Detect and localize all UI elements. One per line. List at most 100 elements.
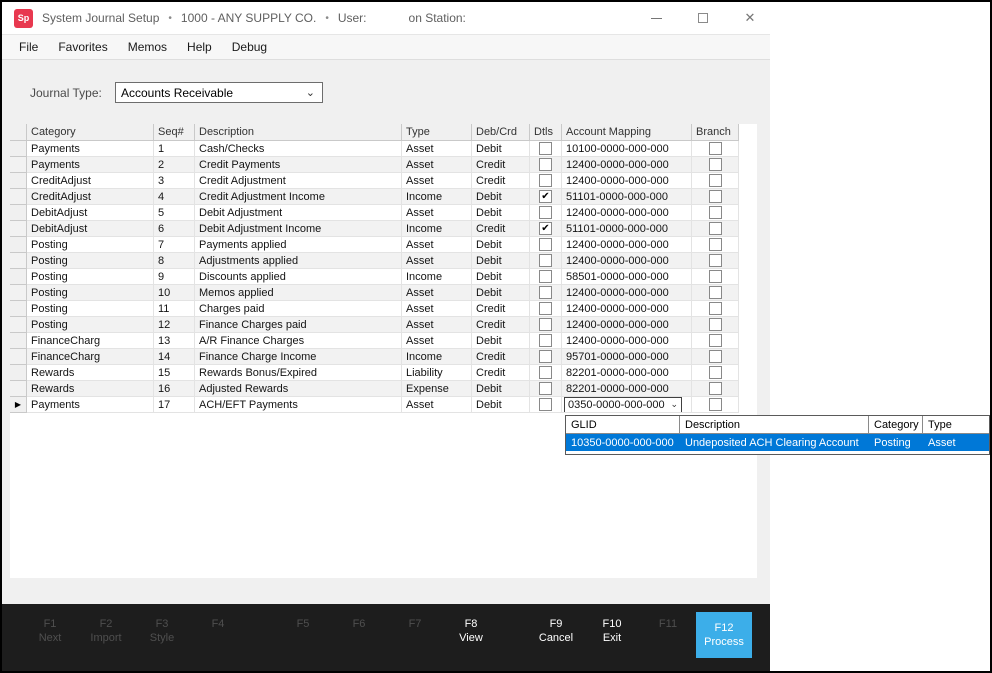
dtls-checkbox[interactable] <box>539 366 552 379</box>
category-cell[interactable]: Payments <box>27 397 154 413</box>
menu-item-debug[interactable]: Debug <box>222 35 277 59</box>
close-icon[interactable]: ✕ <box>740 8 760 28</box>
row-selector-cell[interactable] <box>10 333 27 349</box>
row-selector-cell[interactable] <box>10 317 27 333</box>
category-cell[interactable]: FinanceCharg <box>27 349 154 365</box>
row-selector-cell[interactable] <box>10 157 27 173</box>
category-cell[interactable]: Payments <box>27 157 154 173</box>
account-mapping-cell[interactable]: 82201-0000-000-000 <box>562 365 692 381</box>
debcrd-cell[interactable]: Debit <box>472 285 530 301</box>
category-cell[interactable]: CreditAdjust <box>27 173 154 189</box>
type-cell[interactable]: Income <box>402 349 472 365</box>
menu-item-memos[interactable]: Memos <box>118 35 177 59</box>
branch-checkbox[interactable] <box>709 222 722 235</box>
column-header-category[interactable]: Category <box>27 124 154 141</box>
type-cell[interactable]: Asset <box>402 157 472 173</box>
seq-cell[interactable]: 14 <box>154 349 195 365</box>
row-selector-cell[interactable] <box>10 221 27 237</box>
dtls-checkbox[interactable] <box>539 158 552 171</box>
description-cell[interactable]: ACH/EFT Payments <box>195 397 402 413</box>
branch-checkbox[interactable] <box>709 142 722 155</box>
type-cell[interactable]: Asset <box>402 205 472 221</box>
dtls-checkbox[interactable] <box>539 238 552 251</box>
description-cell[interactable]: Memos applied <box>195 285 402 301</box>
type-cell[interactable]: Asset <box>402 333 472 349</box>
category-cell[interactable]: FinanceCharg <box>27 333 154 349</box>
description-cell[interactable]: Adjustments applied <box>195 253 402 269</box>
description-cell[interactable]: Cash/Checks <box>195 141 402 157</box>
account-mapping-cell[interactable]: 82201-0000-000-000 <box>562 381 692 397</box>
seq-cell[interactable]: 8 <box>154 253 195 269</box>
dtls-checkbox[interactable] <box>539 254 552 267</box>
description-cell[interactable]: Credit Payments <box>195 157 402 173</box>
description-cell[interactable]: Payments applied <box>195 237 402 253</box>
row-selector-cell[interactable] <box>10 253 27 269</box>
debcrd-cell[interactable]: Credit <box>472 173 530 189</box>
debcrd-cell[interactable]: Debit <box>472 253 530 269</box>
branch-checkbox[interactable] <box>709 286 722 299</box>
branch-checkbox[interactable] <box>709 238 722 251</box>
category-cell[interactable]: Payments <box>27 141 154 157</box>
debcrd-cell[interactable]: Credit <box>472 157 530 173</box>
dtls-checkbox[interactable] <box>539 286 552 299</box>
category-cell[interactable]: DebitAdjust <box>27 205 154 221</box>
column-header-account-mapping[interactable]: Account Mapping <box>562 124 692 141</box>
seq-cell[interactable]: 7 <box>154 237 195 253</box>
category-cell[interactable]: DebitAdjust <box>27 221 154 237</box>
account-mapping-cell[interactable]: 10100-0000-000-000 <box>562 141 692 157</box>
debcrd-cell[interactable]: Debit <box>472 141 530 157</box>
dtls-checkbox[interactable]: ✔ <box>539 190 552 203</box>
seq-cell[interactable]: 13 <box>154 333 195 349</box>
branch-checkbox[interactable] <box>709 190 722 203</box>
dtls-checkbox[interactable] <box>539 382 552 395</box>
account-mapping-cell[interactable]: 58501-0000-000-000 <box>562 269 692 285</box>
branch-checkbox[interactable] <box>709 174 722 187</box>
description-cell[interactable]: Debit Adjustment <box>195 205 402 221</box>
branch-checkbox[interactable] <box>709 270 722 283</box>
type-cell[interactable]: Expense <box>402 381 472 397</box>
category-cell[interactable]: Posting <box>27 237 154 253</box>
type-cell[interactable]: Asset <box>402 173 472 189</box>
dtls-checkbox[interactable] <box>539 174 552 187</box>
seq-cell[interactable]: 1 <box>154 141 195 157</box>
row-selector-cell[interactable] <box>10 301 27 317</box>
description-cell[interactable]: Discounts applied <box>195 269 402 285</box>
type-cell[interactable]: Asset <box>402 285 472 301</box>
menu-item-file[interactable]: File <box>9 35 48 59</box>
description-cell[interactable]: A/R Finance Charges <box>195 333 402 349</box>
journal-type-select[interactable]: Accounts Receivable ⌄ <box>115 82 323 103</box>
branch-checkbox[interactable] <box>709 334 722 347</box>
seq-cell[interactable]: 16 <box>154 381 195 397</box>
branch-checkbox[interactable] <box>709 254 722 267</box>
dtls-checkbox[interactable] <box>539 334 552 347</box>
type-cell[interactable]: Asset <box>402 301 472 317</box>
seq-cell[interactable]: 6 <box>154 221 195 237</box>
dtls-checkbox[interactable] <box>539 142 552 155</box>
seq-cell[interactable]: 9 <box>154 269 195 285</box>
seq-cell[interactable]: 17 <box>154 397 195 413</box>
account-mapping-cell[interactable]: 95701-0000-000-000 <box>562 349 692 365</box>
gl-dropdown-row[interactable]: 10350-0000-000-000Undeposited ACH Cleari… <box>566 434 989 451</box>
account-mapping-cell[interactable]: 12400-0000-000-000 <box>562 333 692 349</box>
debcrd-cell[interactable]: Debit <box>472 237 530 253</box>
seq-cell[interactable]: 2 <box>154 157 195 173</box>
debcrd-cell[interactable]: Debit <box>472 397 530 413</box>
debcrd-cell[interactable]: Credit <box>472 301 530 317</box>
branch-checkbox[interactable] <box>709 318 722 331</box>
account-mapping-cell[interactable]: 12400-0000-000-000 <box>562 301 692 317</box>
account-mapping-cell[interactable]: 12400-0000-000-000 <box>562 173 692 189</box>
fkey-f10-exit[interactable]: F10Exit <box>584 617 640 645</box>
account-mapping-cell[interactable]: 12400-0000-000-000 <box>562 157 692 173</box>
category-cell[interactable]: Rewards <box>27 381 154 397</box>
account-mapping-cell[interactable]: 12400-0000-000-000 <box>562 317 692 333</box>
type-cell[interactable]: Asset <box>402 237 472 253</box>
type-cell[interactable]: Income <box>402 189 472 205</box>
description-cell[interactable]: Finance Charges paid <box>195 317 402 333</box>
row-selector-cell[interactable] <box>10 269 27 285</box>
account-mapping-cell[interactable]: 51101-0000-000-000 <box>562 221 692 237</box>
row-selector-cell[interactable] <box>10 237 27 253</box>
dtls-checkbox[interactable] <box>539 398 552 411</box>
debcrd-cell[interactable]: Debit <box>472 269 530 285</box>
type-cell[interactable]: Asset <box>402 317 472 333</box>
category-cell[interactable]: Rewards <box>27 365 154 381</box>
